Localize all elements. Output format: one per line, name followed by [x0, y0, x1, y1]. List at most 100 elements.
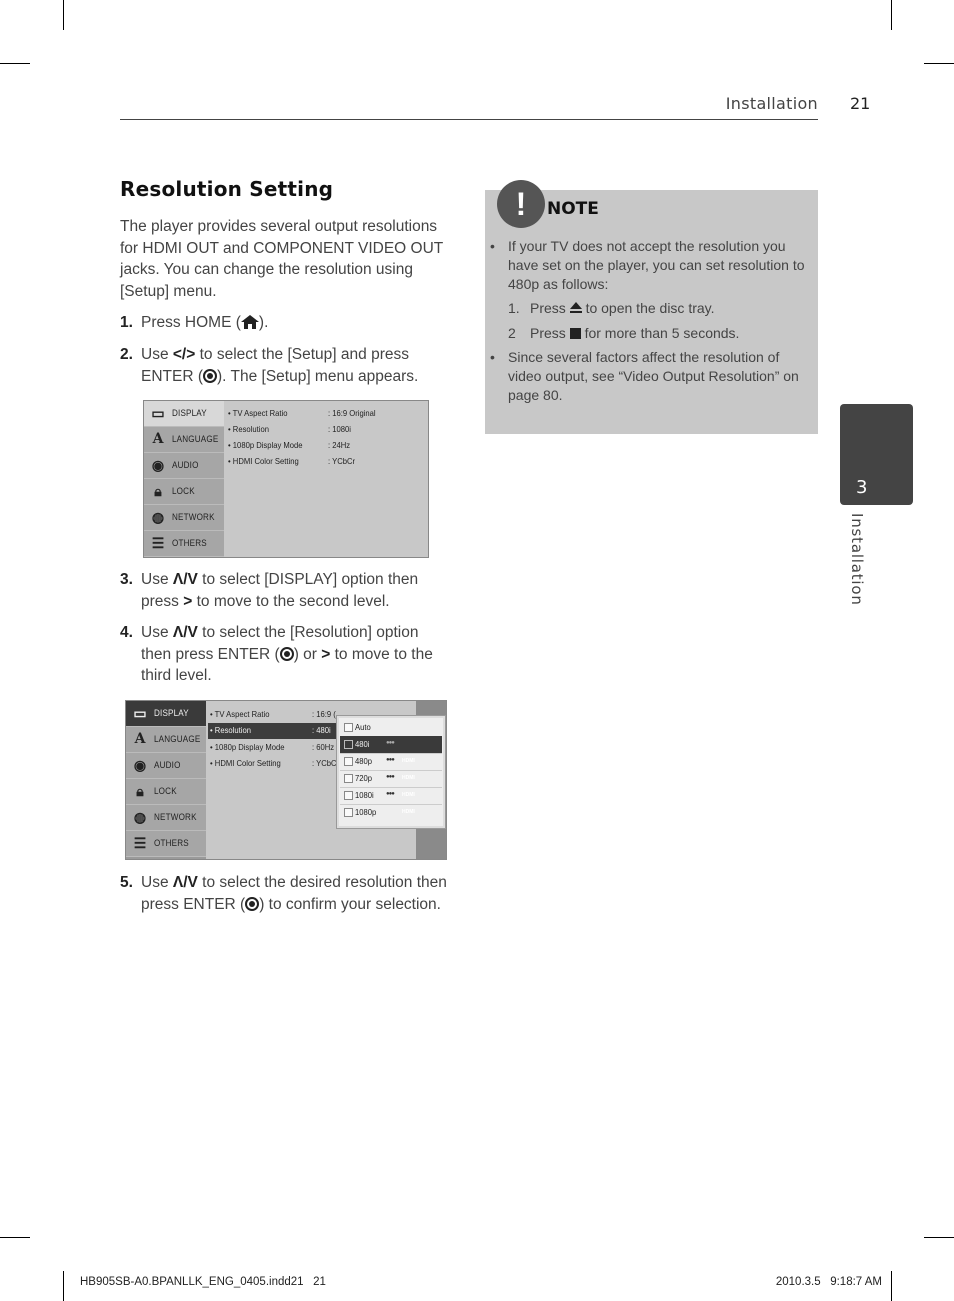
audio-icon: ◉: [133, 757, 147, 773]
option-row: • TV Aspect Ratio: 16:9 Original: [228, 408, 376, 418]
up-down-arrows-icon: Λ/V: [172, 874, 198, 891]
running-header-section: Installation: [725, 94, 818, 113]
note-bullet-2: • Since several factors affect the resol…: [490, 349, 799, 403]
sidebar-item-display: ▭ DISPLAY: [126, 701, 206, 727]
resolution-option-1080i: 1080i ●●● HDMI: [340, 787, 442, 805]
resolution-option-480p: 480p ●●● HDMI: [340, 753, 442, 771]
resolution-popup: Auto 480i ●●● 480p ●●● HDMI 720p ●●● HDMI 108…: [336, 715, 446, 829]
sidebar-item-audio: ◉ AUDIO: [144, 453, 224, 479]
step-number: 4.: [120, 624, 133, 641]
right-arrow-icon: >: [321, 645, 331, 663]
step-5: 5. Use Λ/V to select the desired resolut…: [120, 874, 447, 913]
page-number: 21: [850, 94, 871, 113]
setup-menu-screenshot-2: ▭ DISPLAY A LANGUAGE ◉ AUDIO 🔒︎ LOCK ◍ NETWOR…: [125, 700, 447, 860]
lock-icon: 🔒︎: [154, 483, 162, 499]
section-title: Resolution Setting: [120, 177, 334, 201]
checkbox-checked: [344, 740, 353, 749]
others-icon: ☰: [133, 835, 147, 851]
step-3: 3. Use Λ/V to select [DISPLAY] option th…: [120, 571, 419, 610]
option-row: • 1080p Display Mode: 60Hz: [210, 742, 335, 752]
option-row: • HDMI Color Setting: YCbCr: [228, 456, 356, 466]
component-icon: ●●●: [386, 757, 395, 763]
network-icon: ◍: [151, 509, 165, 525]
component-icon: ●●●: [386, 740, 395, 746]
option-row: • 1080p Display Mode: 24Hz: [228, 440, 351, 450]
crop-mark: [63, 1271, 64, 1301]
sidebar-item-lock: 🔒︎ LOCK: [126, 779, 206, 805]
enter-icon: [245, 896, 260, 911]
audio-icon: ◉: [151, 457, 165, 473]
up-down-arrows-icon: Λ/V: [172, 624, 198, 641]
right-arrow-icon: >: [183, 592, 193, 610]
hdmi-icon: HDMI: [402, 758, 415, 764]
setup-sidebar: ▭ DISPLAY A LANGUAGE ◉ AUDIO 🔒︎ LOCK ◍ NETWOR…: [126, 701, 206, 859]
enter-icon: [279, 646, 294, 661]
checkbox: [344, 808, 353, 817]
checkbox: [344, 774, 353, 783]
left-right-arrows-icon: </>: [172, 346, 196, 363]
crop-mark: [0, 63, 30, 64]
resolution-option-480i: 480i ●●●: [340, 736, 442, 754]
chapter-tab: [840, 404, 913, 505]
footer-timestamp: 2010.3.5 9:18:7 AM: [775, 1276, 882, 1288]
others-icon: ☰: [151, 535, 165, 551]
option-row-selected: • Resolution: 480i: [208, 723, 338, 739]
checkbox: [344, 791, 353, 800]
display-icon: ▭: [133, 705, 147, 721]
note-substep-2: 2 Press for more than 5 seconds.: [508, 325, 740, 341]
option-row: • Resolution: 1080i: [228, 424, 351, 434]
stop-icon: [569, 328, 581, 339]
lock-icon: 🔒︎: [136, 783, 144, 799]
resolution-option-1080p: 1080p HDMI: [340, 804, 442, 821]
setup-sidebar: ▭ DISPLAY A LANGUAGE ◉ AUDIO 🔒︎ LOCK ◍ NETWOR…: [144, 401, 224, 557]
step-number: 1.: [120, 314, 133, 331]
component-icon: ●●●: [386, 774, 395, 780]
step-number: 2.: [120, 346, 133, 363]
crop-mark: [891, 1271, 892, 1301]
option-row: • TV Aspect Ratio: 16:9 (: [210, 709, 336, 719]
footer-file-slug: HB905SB-A0.BPANLLK_ENG_0405.indd21 21: [80, 1276, 326, 1288]
chapter-label: Installation: [848, 513, 866, 606]
sidebar-item-language: A LANGUAGE: [126, 727, 206, 753]
sidebar-item-language: A LANGUAGE: [144, 427, 224, 453]
sidebar-item-lock: 🔒︎ LOCK: [144, 479, 224, 505]
crop-mark: [891, 0, 892, 30]
step-number: 5.: [120, 874, 133, 891]
resolution-option-auto: Auto: [340, 719, 442, 737]
crop-mark: [924, 63, 954, 64]
crop-mark: [924, 1237, 954, 1238]
sidebar-item-others: ☰ OTHERS: [126, 831, 206, 857]
sidebar-item-audio: ◉ AUDIO: [126, 753, 206, 779]
step-4: 4. Use Λ/V to select the [Resolution] op…: [120, 624, 433, 684]
enter-icon: [203, 368, 217, 383]
option-row: • HDMI Color Setting: YCbC: [210, 758, 337, 768]
note-title: NOTE: [547, 199, 599, 219]
checkbox: [344, 757, 353, 766]
component-icon: ●●●: [386, 791, 395, 797]
language-icon: A: [134, 731, 146, 747]
network-icon: ◍: [133, 809, 147, 825]
crop-mark: [0, 1237, 30, 1238]
checkbox: [344, 723, 353, 732]
up-down-arrows-icon: Λ/V: [172, 571, 198, 588]
note-substep-1: 1. Press to open the disc tray.: [508, 300, 715, 316]
setup-menu-screenshot-1: ▭ DISPLAY A LANGUAGE ◉ AUDIO 🔒︎ LOCK ◍ NETWOR…: [143, 400, 429, 558]
hdmi-icon: HDMI: [402, 775, 415, 781]
language-icon: A: [152, 431, 164, 447]
sidebar-item-others: ☰ OTHERS: [144, 531, 224, 557]
sidebar-item-network: ◍ NETWORK: [126, 805, 206, 831]
note-bullet-1: • If your TV does not accept the resolut…: [490, 238, 805, 292]
home-icon: [240, 314, 259, 329]
sidebar-item-display: ▭ DISPLAY: [144, 401, 224, 427]
step-2: 2. Use </> to select the [Setup] and pre…: [120, 346, 419, 385]
step-1: 1. Press HOME ().: [120, 312, 450, 334]
resolution-option-720p: 720p ●●● HDMI: [340, 770, 442, 788]
sidebar-item-network: ◍ NETWORK: [144, 505, 224, 531]
hdmi-icon: HDMI: [402, 792, 415, 798]
step-number: 3.: [120, 571, 133, 588]
display-icon: ▭: [151, 405, 165, 421]
intro-paragraph: The player provides several output resol…: [120, 218, 443, 300]
hdmi-icon: HDMI: [402, 809, 415, 815]
header-rule: [120, 119, 818, 120]
exclamation-icon: !: [497, 180, 545, 228]
